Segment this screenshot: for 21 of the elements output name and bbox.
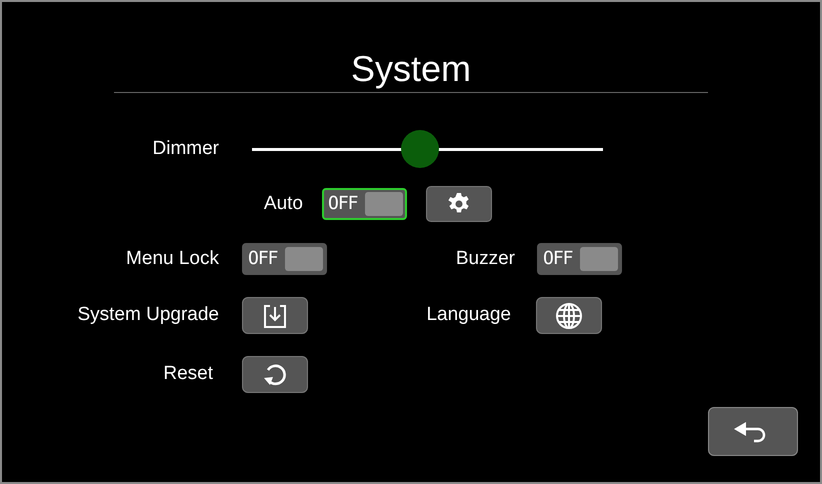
toggle-switch[interactable]: OFF [537,243,622,275]
system-upgrade-label: System Upgrade [76,303,219,328]
download-icon [262,302,288,328]
globe-icon [555,302,583,330]
screen-title: System [350,47,472,91]
toggle-switch[interactable]: OFF [242,243,327,275]
refresh-icon [262,362,288,388]
language-button[interactable] [536,297,602,334]
auto-label: Auto [262,192,303,216]
toggle-switch[interactable]: OFF [322,188,407,220]
back-button[interactable] [708,407,798,456]
language-label: Language [425,303,511,328]
buzzer-label: Buzzer [454,246,515,271]
dimmer-label: Dimmer [152,136,219,161]
slider-thumb[interactable] [401,130,440,168]
upgrade-button[interactable] [242,297,308,334]
menu-lock-label: Menu Lock [125,246,219,271]
dimmer-slider[interactable] [252,129,603,169]
reset-label: Reset [162,362,213,386]
settings-button[interactable] [426,186,492,222]
reset-button[interactable] [242,356,308,393]
